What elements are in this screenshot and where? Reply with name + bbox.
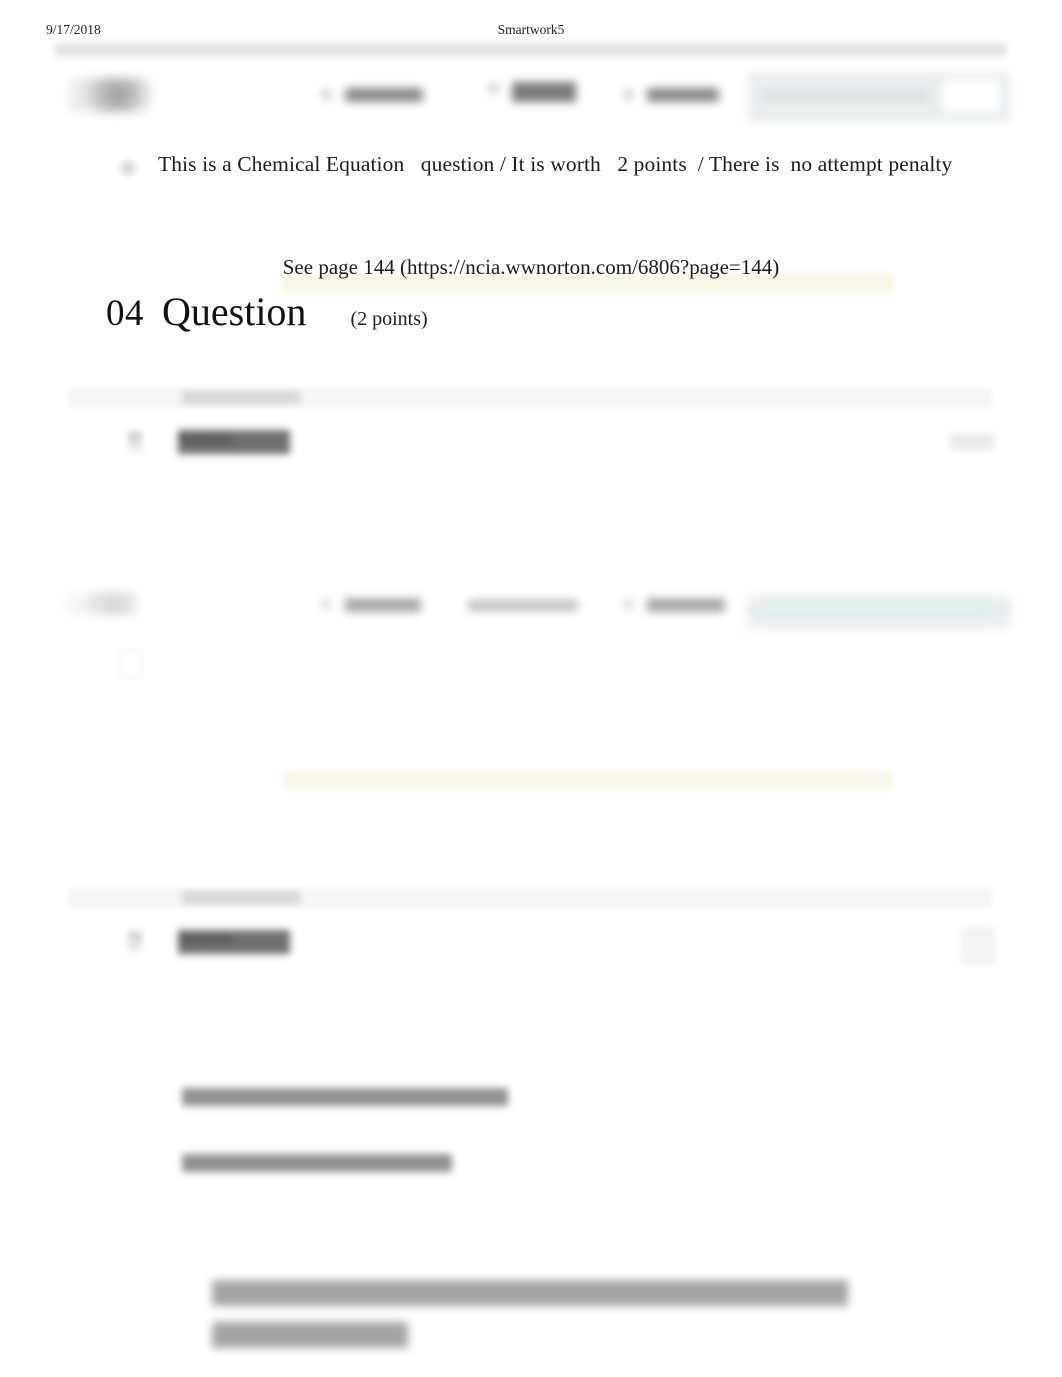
toolbar-item-score[interactable] xyxy=(623,84,719,106)
toolbar-edge-rule xyxy=(748,604,1010,614)
smartwork-logo-icon xyxy=(70,78,156,112)
smartwork-logo-icon xyxy=(66,592,136,614)
section-toggle-icon[interactable] xyxy=(128,932,142,954)
question-number: 04 xyxy=(106,293,144,334)
page-reference-link[interactable]: See page 144 (https://ncia.wwnorton.com/… xyxy=(0,255,1062,280)
question-points: (2 points) xyxy=(350,308,428,330)
primary-toolbar xyxy=(0,62,1062,132)
toolbar-item-label xyxy=(647,88,719,102)
toolbar-item-label xyxy=(512,82,576,102)
chemical-equation-line xyxy=(212,1280,848,1306)
toolbar-item-progress[interactable] xyxy=(488,78,576,102)
question-stub-icon[interactable] xyxy=(118,650,142,678)
toolbar-item-assignment[interactable] xyxy=(321,84,423,106)
question-label: Question xyxy=(162,289,307,334)
section-title-solution: Solution xyxy=(178,930,290,954)
solution-body-line xyxy=(182,1088,508,1106)
section-toggle-icon[interactable] xyxy=(128,432,142,454)
section-title-solution: Solution xyxy=(178,430,290,454)
bullet-icon xyxy=(321,89,332,100)
question-marker-icon xyxy=(118,157,138,179)
bullet-icon xyxy=(623,89,634,100)
question-meta-row: This is a Chemical Equation question / I… xyxy=(0,152,1062,188)
toolbar-item-label xyxy=(647,598,725,612)
highlight-bar xyxy=(284,770,892,792)
document-title: Smartwork5 xyxy=(497,22,565,37)
question-meta-text: This is a Chemical Equation question / I… xyxy=(158,152,953,176)
section-band xyxy=(68,388,992,408)
search-input[interactable] xyxy=(762,88,930,103)
section-action-button[interactable] xyxy=(950,434,994,450)
bullet-icon xyxy=(623,599,634,610)
section-band-label xyxy=(182,891,300,904)
question-heading: 04 Question (2 points) xyxy=(106,288,428,335)
section-action-button[interactable] xyxy=(962,928,994,964)
bullet-icon xyxy=(321,599,332,610)
toolbar-item-label xyxy=(468,600,578,611)
section-band-label xyxy=(182,391,300,404)
toolbar-item-label xyxy=(345,598,421,612)
toolbar-item-progress[interactable] xyxy=(468,596,578,618)
search-button[interactable] xyxy=(942,80,1000,112)
chemical-equation-line xyxy=(212,1322,408,1348)
navigation-band xyxy=(55,44,1007,58)
toolbar-item-score[interactable] xyxy=(623,594,725,616)
toolbar-item-label xyxy=(345,88,423,102)
print-header: 9/17/2018 Smartwork5 xyxy=(0,22,1062,44)
toolbar-item-assignment[interactable] xyxy=(321,594,421,616)
solution-body-line xyxy=(182,1154,452,1172)
search-panel[interactable] xyxy=(748,72,1010,122)
section-band xyxy=(68,888,992,908)
bullet-icon xyxy=(488,83,499,94)
